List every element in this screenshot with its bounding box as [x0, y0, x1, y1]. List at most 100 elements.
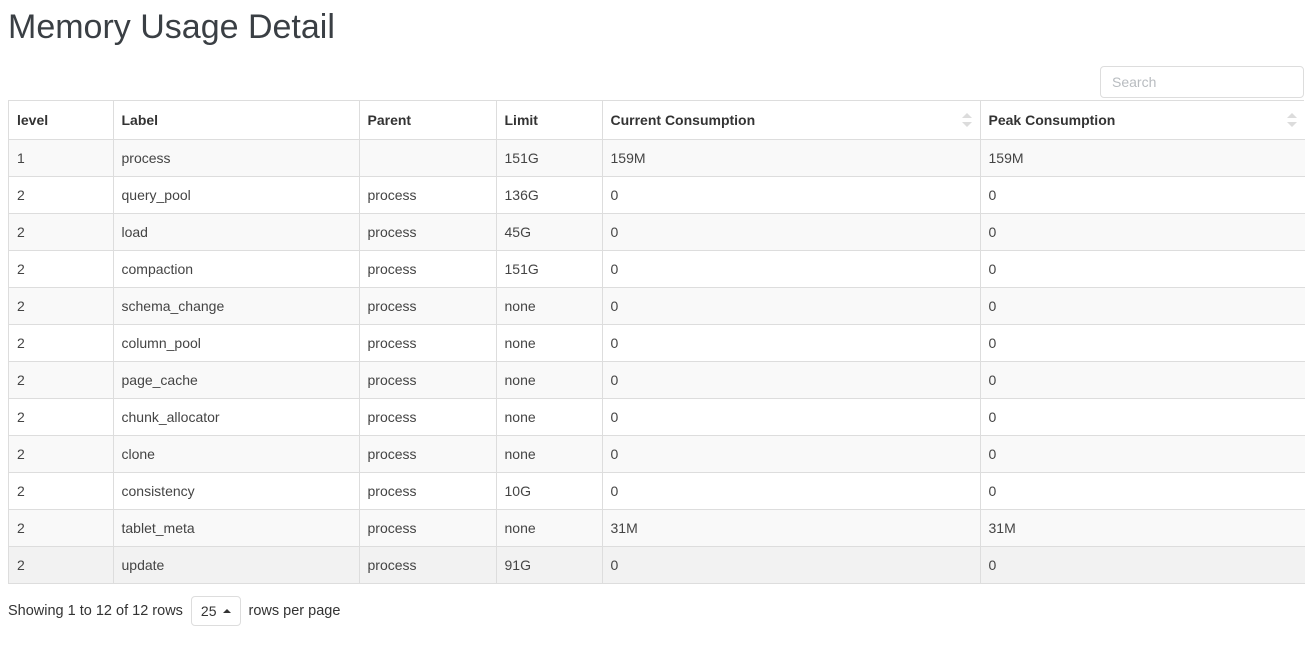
- page-size-value: 25: [200, 602, 217, 619]
- table-row[interactable]: 1 process 151G 159M 159M: [9, 139, 1305, 177]
- cell-label: clone: [113, 435, 360, 473]
- cell-current: 0: [602, 398, 981, 436]
- cell-label: tablet_meta: [113, 509, 360, 547]
- cell-parent: process: [359, 472, 497, 510]
- column-header-current-consumption[interactable]: Current Consumption: [602, 101, 981, 140]
- cell-parent: process: [359, 287, 497, 325]
- cell-level: 2: [9, 546, 114, 584]
- page-title: Memory Usage Detail: [8, 8, 335, 46]
- sort-arrows-icon[interactable]: [961, 112, 972, 128]
- column-header-limit[interactable]: Limit: [496, 101, 603, 140]
- cell-parent: process: [359, 213, 497, 251]
- table-row[interactable]: 2 load process 45G 0 0: [9, 213, 1305, 251]
- cell-limit: 151G: [496, 139, 603, 177]
- cell-level: 2: [9, 176, 114, 214]
- cell-peak: 0: [980, 472, 1305, 510]
- table-row[interactable]: 2 clone process none 0 0: [9, 435, 1305, 473]
- search-input[interactable]: [1100, 66, 1304, 98]
- cell-peak: 31M: [980, 509, 1305, 547]
- cell-current: 0: [602, 213, 981, 251]
- cell-current: 0: [602, 472, 981, 510]
- cell-parent: process: [359, 546, 497, 584]
- cell-limit: none: [496, 361, 603, 399]
- table-body: 1 process 151G 159M 159M 2 query_pool process 13…: [9, 139, 1305, 584]
- cell-parent: process: [359, 324, 497, 362]
- table-row[interactable]: 2 schema_change process none 0 0: [9, 287, 1305, 325]
- cell-label: load: [113, 213, 360, 251]
- cell-current: 0: [602, 546, 981, 584]
- cell-level: 1: [9, 139, 114, 177]
- cell-level: 2: [9, 213, 114, 251]
- column-header-label[interactable]: Label: [113, 101, 360, 140]
- cell-current: 0: [602, 176, 981, 214]
- cell-label: query_pool: [113, 176, 360, 214]
- cell-label: page_cache: [113, 361, 360, 399]
- column-header-peak-consumption[interactable]: Peak Consumption: [980, 101, 1305, 140]
- cell-parent: process: [359, 176, 497, 214]
- caret-down-icon: [961, 121, 972, 127]
- cell-current: 0: [602, 324, 981, 362]
- cell-level: 2: [9, 435, 114, 473]
- memory-usage-table: level Label Parent Limit Current Consump…: [9, 101, 1305, 584]
- cell-label: column_pool: [113, 324, 360, 362]
- cell-peak: 0: [980, 176, 1305, 214]
- cell-peak: 0: [980, 546, 1305, 584]
- memory-usage-detail-page: Memory Usage Detail level: [0, 0, 1312, 654]
- cell-limit: none: [496, 287, 603, 325]
- cell-level: 2: [9, 509, 114, 547]
- cell-limit: none: [496, 509, 603, 547]
- cell-limit: 10G: [496, 472, 603, 510]
- cell-level: 2: [9, 287, 114, 325]
- cell-peak: 0: [980, 324, 1305, 362]
- cell-current: 0: [602, 287, 981, 325]
- cell-limit: 91G: [496, 546, 603, 584]
- sort-arrows-icon[interactable]: [1287, 112, 1297, 128]
- caret-up-icon: [961, 112, 972, 118]
- cell-peak: 0: [980, 398, 1305, 436]
- cell-current: 159M: [602, 139, 981, 177]
- cell-limit: 136G: [496, 176, 603, 214]
- data-table-container: level Label Parent Limit Current Consump…: [8, 100, 1305, 584]
- table-footer: Showing 1 to 12 of 12 rows 25 rows per p…: [8, 594, 1304, 628]
- page-size-dropdown-button[interactable]: 25: [190, 595, 241, 626]
- cell-label: chunk_allocator: [113, 398, 360, 436]
- cell-limit: none: [496, 398, 603, 436]
- cell-current: 31M: [602, 509, 981, 547]
- cell-parent: process: [359, 361, 497, 399]
- cell-level: 2: [9, 398, 114, 436]
- rows-per-page-label: rows per page: [248, 602, 341, 619]
- cell-limit: none: [496, 435, 603, 473]
- table-header-row: level Label Parent Limit Current Consump…: [9, 101, 1305, 140]
- cell-peak: 0: [980, 213, 1305, 251]
- column-header-label: level: [17, 111, 49, 128]
- table-row[interactable]: 2 column_pool process none 0 0: [9, 324, 1305, 362]
- column-header-parent[interactable]: Parent: [359, 101, 497, 140]
- cell-parent: process: [359, 435, 497, 473]
- column-header-label: Parent: [367, 111, 412, 128]
- cell-peak: 0: [980, 435, 1305, 473]
- cell-level: 2: [9, 472, 114, 510]
- table-row[interactable]: 2 chunk_allocator process none 0 0: [9, 398, 1305, 436]
- cell-label: update: [113, 546, 360, 584]
- cell-limit: none: [496, 324, 603, 362]
- table-row[interactable]: 2 tablet_meta process none 31M 31M: [9, 509, 1305, 547]
- column-header-level[interactable]: level: [9, 101, 114, 140]
- table-row[interactable]: 2 update process 91G 0 0: [9, 546, 1305, 584]
- cell-label: compaction: [113, 250, 360, 288]
- column-header-label: Peak Consumption: [988, 111, 1116, 128]
- caret-up-icon: [222, 608, 231, 613]
- table-toolbar: [8, 48, 1304, 98]
- table-row[interactable]: 2 compaction process 151G 0 0: [9, 250, 1305, 288]
- cell-label: schema_change: [113, 287, 360, 325]
- cell-peak: 0: [980, 250, 1305, 288]
- cell-current: 0: [602, 435, 981, 473]
- table-row[interactable]: 2 query_pool process 136G 0 0: [9, 176, 1305, 214]
- cell-parent: [359, 139, 497, 177]
- caret-up-icon: [1287, 112, 1297, 118]
- cell-parent: process: [359, 398, 497, 436]
- cell-parent: process: [359, 250, 497, 288]
- column-header-label: Label: [121, 111, 159, 128]
- column-header-label: Current Consumption: [610, 111, 756, 128]
- table-row[interactable]: 2 consistency process 10G 0 0: [9, 472, 1305, 510]
- table-row[interactable]: 2 page_cache process none 0 0: [9, 361, 1305, 399]
